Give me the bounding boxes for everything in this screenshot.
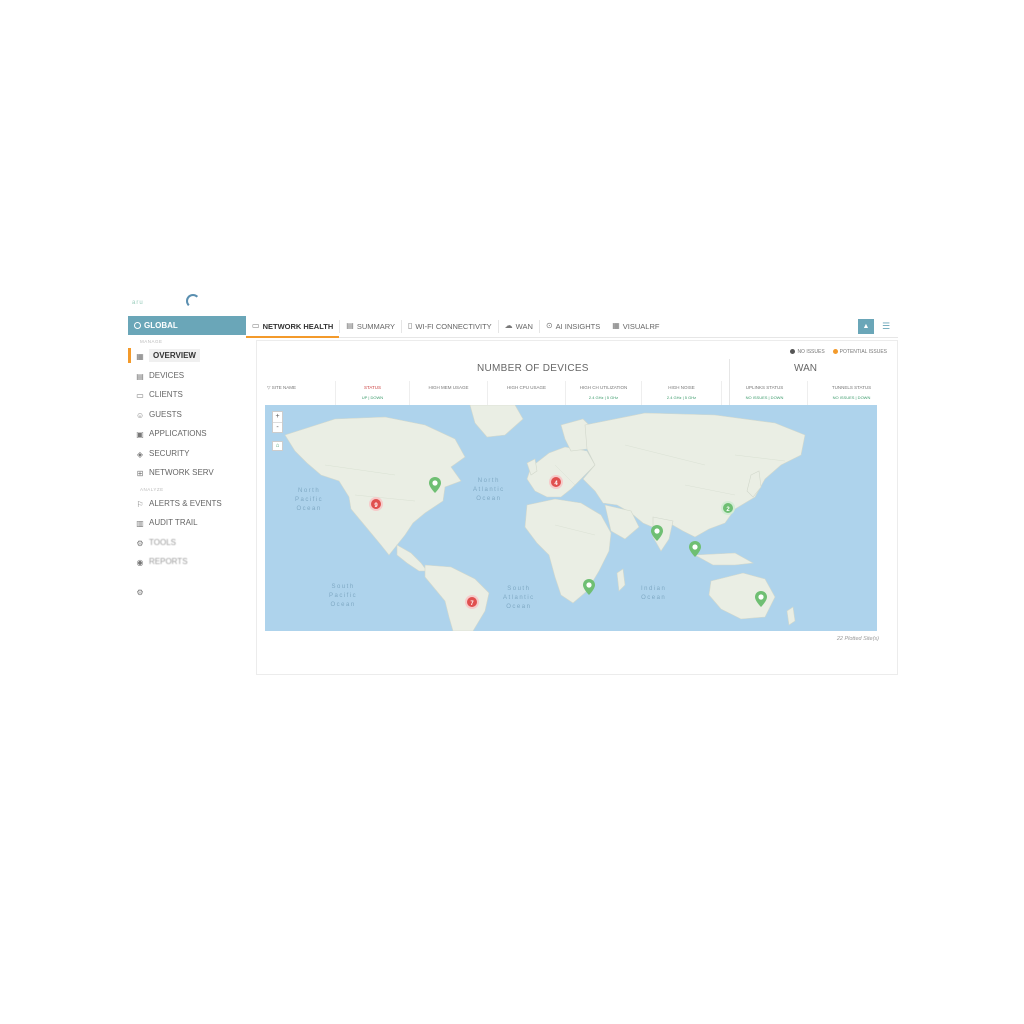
tab-wifi-connectivity[interactable]: ▯ WI-FI CONNECTIVITY: [402, 316, 498, 337]
sidebar-item-settings[interactable]: ⚙: [128, 582, 246, 602]
sidebar-item-audit-trail[interactable]: ▥ AUDIT TRAIL: [128, 513, 246, 533]
col-site-name[interactable]: ▽ SITE NAME: [259, 381, 335, 405]
tab-ai-insights[interactable]: ⊙ AI INSIGHTS: [540, 316, 606, 337]
brand-text: aru: [132, 300, 144, 306]
ocean-label-south-pacific: South Pacific Ocean: [329, 584, 358, 608]
sidebar-item-overview[interactable]: ▦ OVERVIEW: [128, 346, 246, 366]
section-label-analyze: ANALYZE: [140, 486, 164, 492]
section-label-manage: MANAGE: [140, 339, 163, 344]
sidebar-item-clients[interactable]: ▭ CLIENTS: [128, 385, 246, 405]
sidebar-item-guests[interactable]: ☺ GUESTS: [128, 405, 246, 425]
tab-network-health[interactable]: ▭ NETWORK HEALTH: [246, 316, 340, 338]
site-cluster-marker[interactable]: 4: [549, 475, 563, 489]
globe-icon: [134, 322, 141, 329]
top-tabs: ▭ NETWORK HEALTH ▤ SUMMARY ▯ WI-FI CONNECTI…: [246, 316, 898, 338]
alerts-icon: ⚐: [136, 499, 144, 509]
list-view-button[interactable]: ☰: [880, 319, 892, 334]
network-services-icon: ⊞: [136, 469, 144, 478]
clients-icon: ▭: [136, 391, 144, 400]
status-legend: NO ISSUES POTENTIAL ISSUES: [790, 349, 887, 355]
legend-potential-issues: POTENTIAL ISSUES: [832, 349, 887, 355]
col-high-mem-usage[interactable]: HIGH MEM USAGE: [409, 381, 487, 405]
sidebar-item-security[interactable]: ◈ SECURITY: [128, 444, 246, 464]
sidebar-item-network-services[interactable]: ⊞ NETWORK SERV: [128, 463, 246, 483]
potential-issues-dot: [832, 349, 838, 354]
zoom-in-button[interactable]: +: [273, 412, 282, 422]
overview-icon: ▦: [136, 352, 144, 361]
map-view-button[interactable]: ▲: [858, 319, 874, 334]
plotted-sites-count: 22 Plotted Site(s): [836, 636, 879, 642]
sidebar-item-devices[interactable]: ▤ DEVICES: [128, 366, 246, 386]
sidebar: MANAGE ▦ OVERVIEW ▤ DEVICES ▭ CLIENTS ☺ GUES…: [128, 335, 246, 601]
app-window: aru GLOBAL MANAGE ▦ OVERVIEW ▤ DEVICES ▭ CL…: [128, 290, 898, 685]
tab-summary[interactable]: ▤ SUMMARY: [340, 316, 401, 337]
ocean-label-north-atlantic: North Atlantic Ocean: [473, 478, 505, 502]
tab-visualrf[interactable]: ▦ VISUALRF: [606, 316, 665, 337]
scope-label: GLOBAL: [144, 321, 178, 330]
audit-icon: ▥: [136, 519, 144, 528]
applications-icon: ▣: [136, 430, 144, 439]
world-map[interactable]: + - ⌂ North Pacific Ocean North Atlantic Oce…: [265, 405, 877, 631]
zoom-control: + -: [272, 411, 283, 433]
col-uplinks-status[interactable]: UPLINKS STATUS NO ISSUES | DOWN: [721, 381, 807, 405]
scope-selector[interactable]: GLOBAL: [128, 316, 246, 335]
site-pin-icon[interactable]: [429, 477, 441, 493]
site-pin-icon[interactable]: [651, 525, 663, 541]
sidebar-item-applications[interactable]: ▣ APPLICATIONS: [128, 424, 246, 444]
sidebar-item-alerts[interactable]: ⚐ ALERTS & EVENTS: [128, 494, 246, 514]
site-cluster-marker[interactable]: 2: [721, 501, 735, 515]
sidebar-item-reports[interactable]: ◉ REPORTS: [128, 552, 246, 572]
site-cluster-marker[interactable]: 9: [369, 497, 383, 511]
site-pin-icon[interactable]: [583, 579, 595, 595]
visualrf-icon: ▦: [612, 321, 620, 330]
network-health-panel: NO ISSUES POTENTIAL ISSUES NUMBER OF DEV…: [256, 340, 898, 675]
ocean-label-north-pacific: North Pacific Ocean: [295, 488, 324, 512]
no-issues-dot: [790, 349, 796, 354]
col-high-cpu-usage[interactable]: HIGH CPU USAGE: [487, 381, 565, 405]
tools-icon: ⚙: [136, 538, 144, 548]
col-high-ch-utilization[interactable]: HIGH CH UTILIZATION 2.4 GHz | 5 GHz: [565, 381, 641, 405]
legend-no-issues: NO ISSUES: [790, 349, 825, 355]
mobile-icon: ▯: [408, 321, 413, 330]
site-pin-icon[interactable]: [755, 591, 767, 607]
col-high-noise[interactable]: HIGH NOISE 2.4 GHz | 5 GHz: [641, 381, 721, 405]
zoom-out-button[interactable]: -: [273, 422, 282, 432]
column-headers: ▽ SITE NAME STATUS UP | DOWN HIGH MEM USA…: [259, 381, 895, 405]
col-tunnels-status[interactable]: TUNNELS STATUS NO ISSUES | DOWN: [807, 381, 895, 405]
reports-icon: ◉: [136, 558, 144, 567]
guests-icon: ☺: [136, 410, 145, 420]
col-status[interactable]: STATUS UP | DOWN: [335, 381, 409, 405]
summary-icon: ▤: [346, 321, 354, 330]
site-pin-icon[interactable]: [689, 541, 701, 557]
devices-icon: ▤: [136, 371, 144, 381]
wan-header: WAN: [794, 363, 817, 374]
cloud-icon: ☁: [504, 321, 513, 330]
aruba-logo-icon[interactable]: [186, 294, 200, 308]
network-health-icon: ▭: [252, 321, 260, 330]
home-icon[interactable]: ⌂: [272, 441, 283, 451]
tab-wan[interactable]: ☁ WAN: [499, 316, 539, 337]
security-icon: ◈: [136, 449, 144, 459]
location-pin-icon: ⊙: [545, 321, 553, 330]
sidebar-item-tools[interactable]: ⚙ TOOLS: [128, 533, 246, 553]
ocean-label-indian: Indian Ocean: [641, 586, 667, 601]
logo-bar: aru: [128, 290, 248, 316]
site-cluster-marker[interactable]: 7: [465, 595, 479, 609]
number-of-devices-header: NUMBER OF DEVICES: [477, 363, 589, 374]
settings-icon: ⚙: [136, 587, 144, 597]
ocean-label-south-atlantic: South Atlantic Ocean: [503, 586, 535, 610]
